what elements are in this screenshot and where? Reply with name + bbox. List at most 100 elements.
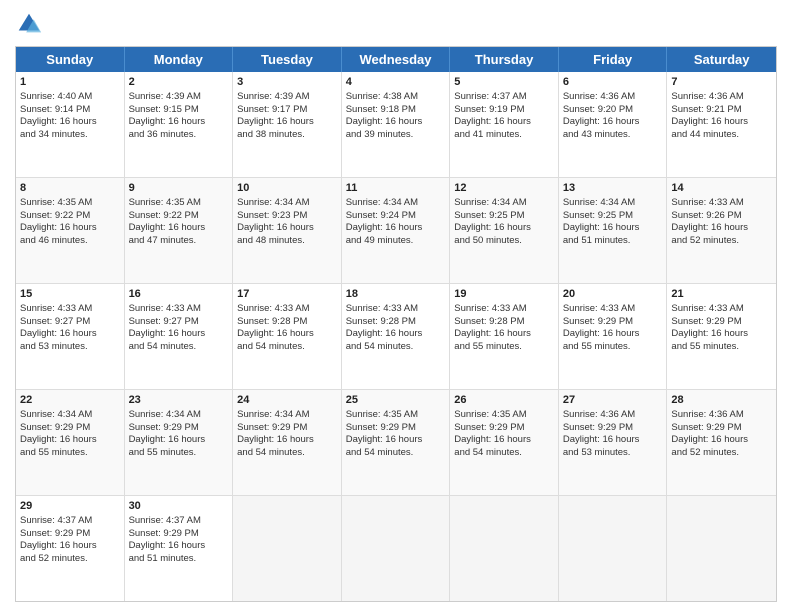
logo-icon bbox=[15, 10, 43, 38]
day-info-line: Daylight: 16 hours bbox=[237, 434, 337, 447]
page: SundayMondayTuesdayWednesdayThursdayFrid… bbox=[0, 0, 792, 612]
cal-cell-empty bbox=[450, 496, 559, 601]
day-info-line: Sunset: 9:15 PM bbox=[129, 104, 229, 117]
day-info-line: Sunset: 9:25 PM bbox=[563, 210, 663, 223]
cal-cell-day-6: 6Sunrise: 4:36 AMSunset: 9:20 PMDaylight… bbox=[559, 72, 668, 177]
day-info-line: and 48 minutes. bbox=[237, 235, 337, 248]
cal-header-thursday: Thursday bbox=[450, 47, 559, 72]
day-info-line: Sunrise: 4:33 AM bbox=[346, 303, 446, 316]
day-info-line: Sunset: 9:29 PM bbox=[346, 422, 446, 435]
day-info-line: and 54 minutes. bbox=[346, 447, 446, 460]
cal-week-2: 8Sunrise: 4:35 AMSunset: 9:22 PMDaylight… bbox=[16, 178, 776, 284]
day-info-line: Sunrise: 4:39 AM bbox=[237, 91, 337, 104]
cal-cell-day-17: 17Sunrise: 4:33 AMSunset: 9:28 PMDayligh… bbox=[233, 284, 342, 389]
day-number: 6 bbox=[563, 75, 663, 90]
day-info-line: Sunset: 9:17 PM bbox=[237, 104, 337, 117]
day-info-line: Sunset: 9:28 PM bbox=[454, 316, 554, 329]
day-info-line: Daylight: 16 hours bbox=[237, 116, 337, 129]
day-number: 8 bbox=[20, 181, 120, 196]
day-info-line: Sunset: 9:29 PM bbox=[129, 422, 229, 435]
day-info-line: Sunset: 9:24 PM bbox=[346, 210, 446, 223]
day-info-line: Sunrise: 4:36 AM bbox=[671, 91, 772, 104]
day-number: 18 bbox=[346, 287, 446, 302]
day-number: 20 bbox=[563, 287, 663, 302]
day-info-line: and 51 minutes. bbox=[129, 553, 229, 566]
day-info-line: Sunset: 9:29 PM bbox=[454, 422, 554, 435]
cal-cell-empty bbox=[233, 496, 342, 601]
day-number: 26 bbox=[454, 393, 554, 408]
day-info-line: Sunset: 9:19 PM bbox=[454, 104, 554, 117]
day-info-line: Sunrise: 4:35 AM bbox=[129, 197, 229, 210]
calendar-header-row: SundayMondayTuesdayWednesdayThursdayFrid… bbox=[16, 47, 776, 72]
day-info-line: Daylight: 16 hours bbox=[20, 540, 120, 553]
cal-week-5: 29Sunrise: 4:37 AMSunset: 9:29 PMDayligh… bbox=[16, 496, 776, 601]
day-info-line: Sunrise: 4:34 AM bbox=[346, 197, 446, 210]
day-info-line: Daylight: 16 hours bbox=[346, 328, 446, 341]
day-info-line: Sunrise: 4:34 AM bbox=[20, 409, 120, 422]
day-info-line: and 54 minutes. bbox=[454, 447, 554, 460]
cal-cell-day-9: 9Sunrise: 4:35 AMSunset: 9:22 PMDaylight… bbox=[125, 178, 234, 283]
day-info-line: Sunrise: 4:37 AM bbox=[129, 515, 229, 528]
logo bbox=[15, 10, 47, 38]
day-info-line: Daylight: 16 hours bbox=[129, 328, 229, 341]
day-info-line: Sunrise: 4:37 AM bbox=[20, 515, 120, 528]
cal-week-4: 22Sunrise: 4:34 AMSunset: 9:29 PMDayligh… bbox=[16, 390, 776, 496]
day-info-line: Sunset: 9:28 PM bbox=[237, 316, 337, 329]
day-number: 4 bbox=[346, 75, 446, 90]
day-info-line: Sunrise: 4:37 AM bbox=[454, 91, 554, 104]
day-info-line: and 55 minutes. bbox=[129, 447, 229, 460]
day-info-line: Daylight: 16 hours bbox=[129, 434, 229, 447]
day-number: 5 bbox=[454, 75, 554, 90]
day-info-line: and 52 minutes. bbox=[671, 447, 772, 460]
cal-cell-day-1: 1Sunrise: 4:40 AMSunset: 9:14 PMDaylight… bbox=[16, 72, 125, 177]
day-info-line: and 54 minutes. bbox=[237, 341, 337, 354]
day-info-line: and 53 minutes. bbox=[563, 447, 663, 460]
cal-week-1: 1Sunrise: 4:40 AMSunset: 9:14 PMDaylight… bbox=[16, 72, 776, 178]
day-info-line: and 43 minutes. bbox=[563, 129, 663, 142]
day-info-line: Sunrise: 4:35 AM bbox=[20, 197, 120, 210]
day-info-line: Sunset: 9:21 PM bbox=[671, 104, 772, 117]
day-info-line: Sunset: 9:14 PM bbox=[20, 104, 120, 117]
cal-cell-day-19: 19Sunrise: 4:33 AMSunset: 9:28 PMDayligh… bbox=[450, 284, 559, 389]
day-info-line: Sunrise: 4:34 AM bbox=[237, 409, 337, 422]
day-info-line: Sunrise: 4:40 AM bbox=[20, 91, 120, 104]
day-info-line: Daylight: 16 hours bbox=[20, 434, 120, 447]
day-number: 14 bbox=[671, 181, 772, 196]
day-info-line: Sunrise: 4:33 AM bbox=[129, 303, 229, 316]
day-info-line: Sunset: 9:27 PM bbox=[129, 316, 229, 329]
day-info-line: Sunrise: 4:33 AM bbox=[671, 303, 772, 316]
day-info-line: Sunrise: 4:35 AM bbox=[454, 409, 554, 422]
cal-header-monday: Monday bbox=[125, 47, 234, 72]
day-number: 27 bbox=[563, 393, 663, 408]
cal-header-sunday: Sunday bbox=[16, 47, 125, 72]
cal-cell-day-12: 12Sunrise: 4:34 AMSunset: 9:25 PMDayligh… bbox=[450, 178, 559, 283]
day-info-line: Daylight: 16 hours bbox=[346, 434, 446, 447]
cal-week-3: 15Sunrise: 4:33 AMSunset: 9:27 PMDayligh… bbox=[16, 284, 776, 390]
day-info-line: Sunrise: 4:36 AM bbox=[671, 409, 772, 422]
cal-header-friday: Friday bbox=[559, 47, 668, 72]
day-info-line: Sunrise: 4:34 AM bbox=[454, 197, 554, 210]
day-number: 30 bbox=[129, 499, 229, 514]
day-info-line: Daylight: 16 hours bbox=[563, 116, 663, 129]
day-info-line: Daylight: 16 hours bbox=[671, 434, 772, 447]
day-info-line: and 34 minutes. bbox=[20, 129, 120, 142]
day-number: 19 bbox=[454, 287, 554, 302]
day-info-line: and 54 minutes. bbox=[346, 341, 446, 354]
day-info-line: Sunset: 9:29 PM bbox=[20, 528, 120, 541]
day-info-line: and 50 minutes. bbox=[454, 235, 554, 248]
day-number: 24 bbox=[237, 393, 337, 408]
day-info-line: Sunrise: 4:33 AM bbox=[563, 303, 663, 316]
day-info-line: Sunrise: 4:34 AM bbox=[237, 197, 337, 210]
day-info-line: Sunset: 9:22 PM bbox=[129, 210, 229, 223]
day-info-line: and 47 minutes. bbox=[129, 235, 229, 248]
cal-cell-empty bbox=[559, 496, 668, 601]
cal-cell-day-14: 14Sunrise: 4:33 AMSunset: 9:26 PMDayligh… bbox=[667, 178, 776, 283]
day-number: 2 bbox=[129, 75, 229, 90]
day-info-line: Daylight: 16 hours bbox=[454, 434, 554, 447]
day-info-line: Daylight: 16 hours bbox=[20, 328, 120, 341]
day-info-line: Daylight: 16 hours bbox=[346, 116, 446, 129]
day-number: 9 bbox=[129, 181, 229, 196]
cal-cell-day-23: 23Sunrise: 4:34 AMSunset: 9:29 PMDayligh… bbox=[125, 390, 234, 495]
day-info-line: Daylight: 16 hours bbox=[671, 116, 772, 129]
cal-cell-day-4: 4Sunrise: 4:38 AMSunset: 9:18 PMDaylight… bbox=[342, 72, 451, 177]
